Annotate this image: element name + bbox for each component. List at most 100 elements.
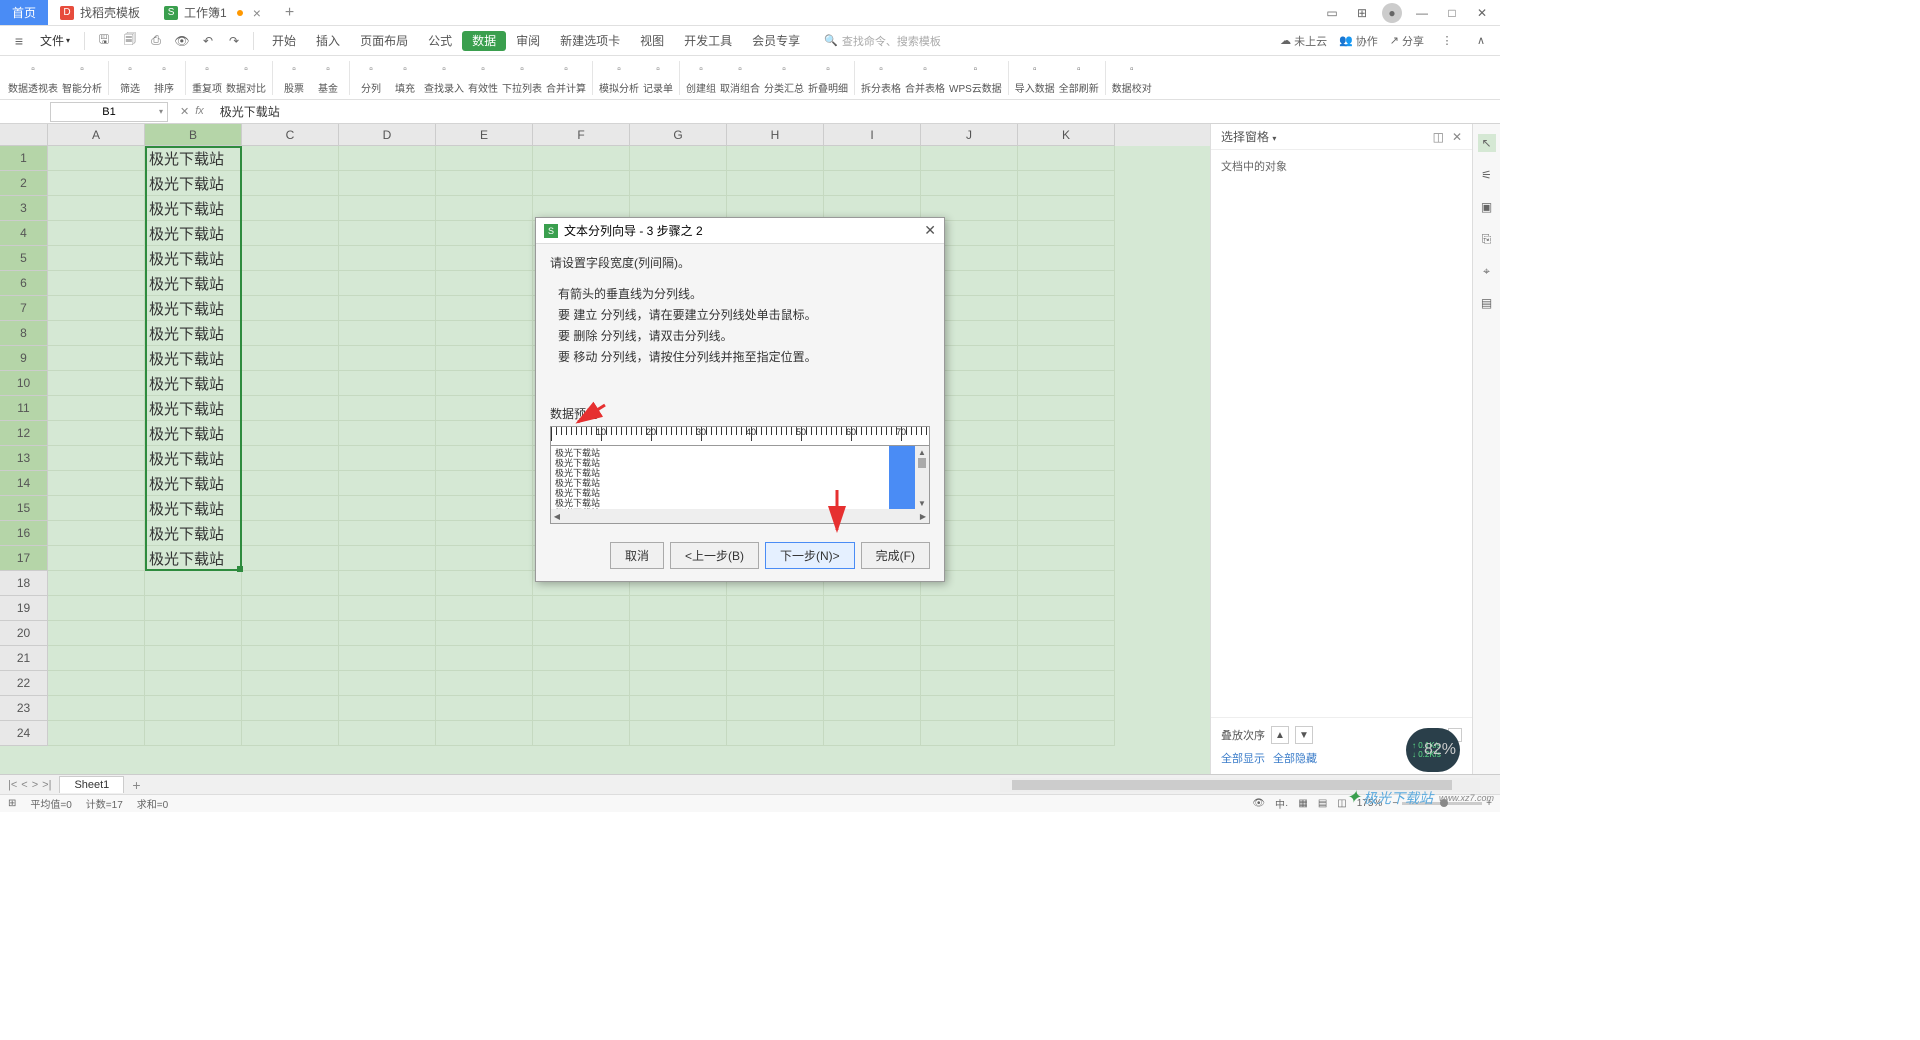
cell[interactable] — [48, 546, 145, 571]
cell[interactable] — [436, 496, 533, 521]
ribbon-创建组[interactable]: ▫创建组 — [686, 60, 716, 95]
cell[interactable] — [48, 296, 145, 321]
cell[interactable] — [1018, 696, 1115, 721]
row-header[interactable]: 3 — [0, 196, 48, 221]
next-button[interactable]: 下一步(N)> — [765, 542, 855, 569]
close-window-icon[interactable]: ✕ — [1472, 3, 1492, 23]
menu-tab-6[interactable]: 新建选项卡 — [550, 31, 630, 51]
cell[interactable] — [436, 396, 533, 421]
cell[interactable] — [48, 496, 145, 521]
cell[interactable] — [630, 671, 727, 696]
view-page-icon[interactable]: ▤ — [1318, 798, 1327, 809]
cell[interactable] — [242, 146, 339, 171]
cell[interactable] — [1018, 346, 1115, 371]
ribbon-WPS云数据[interactable]: ▫WPS云数据 — [949, 60, 1002, 95]
ribbon-分类汇总[interactable]: ▫分类汇总 — [764, 60, 804, 95]
ribbon-智能分析[interactable]: ▫智能分析 — [62, 60, 102, 95]
cell[interactable] — [1018, 671, 1115, 696]
maximize-icon[interactable]: □ — [1442, 3, 1462, 23]
ribbon-有效性[interactable]: ▫有效性 — [468, 60, 498, 95]
cell[interactable] — [48, 196, 145, 221]
cell[interactable] — [533, 646, 630, 671]
ribbon-基金[interactable]: ▫基金 — [313, 60, 343, 95]
cell[interactable]: 极光下载站 — [145, 146, 242, 171]
cell[interactable] — [242, 546, 339, 571]
cell[interactable] — [824, 646, 921, 671]
col-header[interactable]: B — [145, 124, 242, 146]
cell[interactable]: 极光下载站 — [145, 371, 242, 396]
row-header[interactable]: 24 — [0, 721, 48, 746]
cell[interactable] — [48, 446, 145, 471]
cell[interactable] — [921, 696, 1018, 721]
row-header[interactable]: 9 — [0, 346, 48, 371]
apps-icon[interactable]: ⊞ — [1352, 3, 1372, 23]
cell[interactable] — [1018, 396, 1115, 421]
cell[interactable] — [48, 621, 145, 646]
share-button[interactable]: ↗分享 — [1390, 33, 1424, 49]
save-icon[interactable]: 🖫 — [93, 30, 115, 52]
more-icon[interactable]: ⋮ — [1436, 30, 1458, 52]
cell[interactable] — [145, 721, 242, 746]
cell[interactable] — [436, 521, 533, 546]
menu-tab-3[interactable]: 公式 — [418, 31, 462, 51]
col-header[interactable]: K — [1018, 124, 1115, 146]
row-header[interactable]: 21 — [0, 646, 48, 671]
cell[interactable] — [242, 396, 339, 421]
sheet-tab-1[interactable]: Sheet1 — [59, 776, 124, 793]
menu-tab-8[interactable]: 开发工具 — [674, 31, 742, 51]
row-header[interactable]: 11 — [0, 396, 48, 421]
cell[interactable] — [339, 721, 436, 746]
cell[interactable]: 极光下载站 — [145, 546, 242, 571]
cell[interactable] — [339, 696, 436, 721]
row-header[interactable]: 20 — [0, 621, 48, 646]
column-ruler[interactable]: 10203040506070 — [550, 426, 930, 446]
row-header[interactable]: 22 — [0, 671, 48, 696]
cell[interactable] — [436, 646, 533, 671]
row-header[interactable]: 19 — [0, 596, 48, 621]
cell[interactable] — [436, 571, 533, 596]
show-all-link[interactable]: 全部显示 — [1221, 750, 1265, 766]
cell[interactable] — [727, 146, 824, 171]
cell[interactable] — [436, 621, 533, 646]
ribbon-折叠明细[interactable]: ▫折叠明细 — [808, 60, 848, 95]
cell[interactable] — [1018, 271, 1115, 296]
col-header[interactable]: E — [436, 124, 533, 146]
user-avatar-icon[interactable]: ● — [1382, 3, 1402, 23]
location-icon[interactable]: ⌖ — [1478, 262, 1496, 280]
print-icon[interactable]: ⎙ — [145, 30, 167, 52]
cell[interactable] — [242, 446, 339, 471]
cell[interactable] — [339, 321, 436, 346]
cell[interactable] — [48, 521, 145, 546]
cell[interactable] — [630, 646, 727, 671]
cell[interactable] — [727, 171, 824, 196]
ribbon-分列[interactable]: ▫分列 — [356, 60, 386, 95]
select-all-corner[interactable] — [0, 124, 48, 146]
col-header[interactable]: F — [533, 124, 630, 146]
cell[interactable] — [242, 471, 339, 496]
input-mode-icon[interactable]: ⊞ — [8, 798, 16, 809]
col-header[interactable]: A — [48, 124, 145, 146]
cell[interactable] — [436, 171, 533, 196]
cell[interactable] — [339, 396, 436, 421]
cell[interactable] — [1018, 521, 1115, 546]
cell[interactable] — [339, 346, 436, 371]
name-box[interactable]: B1▾ — [50, 102, 168, 122]
properties-icon[interactable]: ⚟ — [1478, 166, 1496, 184]
cell[interactable] — [1018, 471, 1115, 496]
row-header[interactable]: 14 — [0, 471, 48, 496]
cell[interactable] — [339, 296, 436, 321]
cell[interactable] — [921, 596, 1018, 621]
finish-button[interactable]: 完成(F) — [861, 542, 930, 569]
row-header[interactable]: 12 — [0, 421, 48, 446]
cell[interactable] — [48, 346, 145, 371]
cell[interactable] — [242, 346, 339, 371]
cell[interactable] — [48, 646, 145, 671]
cell[interactable] — [339, 221, 436, 246]
ribbon-筛选[interactable]: ▫筛选 — [115, 60, 145, 95]
cell[interactable] — [242, 721, 339, 746]
cell[interactable] — [145, 571, 242, 596]
view-normal-icon[interactable]: ▦ — [1298, 798, 1307, 809]
menu-tab-4[interactable]: 数据 — [462, 31, 506, 51]
ribbon-记录单[interactable]: ▫记录单 — [643, 60, 673, 95]
cell[interactable]: 极光下载站 — [145, 346, 242, 371]
